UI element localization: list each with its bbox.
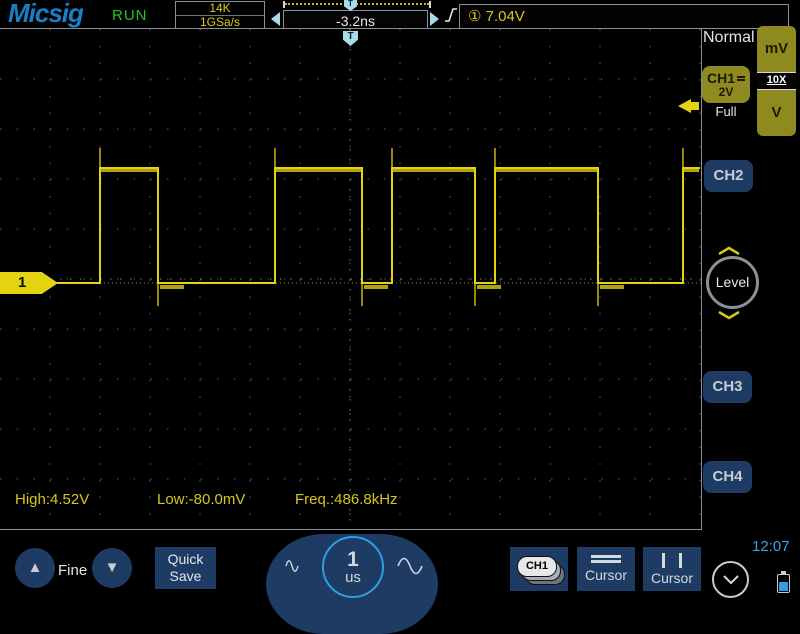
channel1-bandwidth-label: Full <box>715 104 737 119</box>
quick-save-line1: Quick <box>167 551 204 567</box>
measurement-high: High:4.52V <box>15 491 90 508</box>
trigger-mode-label: Normal <box>703 29 755 46</box>
scale-v-button[interactable]: V <box>757 90 796 136</box>
fine-adjust-label: Fine <box>58 562 88 579</box>
oscilloscope-screen: { "colors": { "accent_yellow": "#e3d311"… <box>0 0 800 634</box>
horizontal-cursor-icon <box>591 553 621 565</box>
channel3-button[interactable]: CH3 <box>703 371 752 403</box>
channel4-button[interactable]: CH4 <box>703 461 752 493</box>
horizontal-position-scrollbar[interactable] <box>283 1 431 8</box>
waveform-grid-and-trace <box>0 29 701 529</box>
vertical-cursor-icon <box>662 553 682 568</box>
timebase-zoom-in-icon[interactable] <box>396 556 424 581</box>
trigger-level-readout[interactable]: ① 7.04V <box>459 4 789 29</box>
measurement-freq: Freq.:486.8kHz <box>295 491 398 508</box>
vertical-scale-control: mV 10X V <box>757 26 796 136</box>
quick-save-line2: Save <box>169 568 202 584</box>
run-status[interactable]: RUN <box>112 7 148 24</box>
waveform-display-area[interactable]: 1 High:4.52V Low:-80.0mV Freq.:486.8kHz <box>0 28 702 530</box>
waveform-overview-line <box>285 3 429 5</box>
channel1-label: CH1 <box>706 70 735 86</box>
stacked-channel-label: CH1 <box>517 556 557 577</box>
channel1-scale: 2V <box>718 85 734 99</box>
battery-icon <box>777 571 790 593</box>
stacked-channel-icon: CH1 <box>510 547 568 591</box>
acquisition-info-box: 14K 1GSa/s <box>175 1 265 29</box>
memory-depth: 14K <box>176 2 264 16</box>
scale-mv-button[interactable]: mV <box>757 26 796 72</box>
step-up-button[interactable]: ▲ <box>15 548 55 588</box>
clock: 12:07 <box>752 538 790 555</box>
collapse-menu-button[interactable] <box>712 561 749 598</box>
coupling-icon <box>737 75 745 82</box>
quick-save-button[interactable]: Quick Save <box>155 547 216 589</box>
trigger-arrow-tail <box>691 102 699 110</box>
trigger-arrow-tip <box>678 99 691 113</box>
vertical-cursor-button[interactable]: Cursor <box>643 547 701 591</box>
timebase-value: 1 <box>347 547 359 571</box>
trigger-level-knob[interactable]: Level <box>706 256 759 309</box>
channel2-button[interactable]: CH2 <box>704 160 753 192</box>
pan-left-icon[interactable] <box>271 12 280 26</box>
pan-right-icon[interactable] <box>430 12 439 26</box>
timebase-unit: us <box>345 568 361 586</box>
horizontal-cursor-label: Cursor <box>584 567 627 583</box>
trigger-level-arrow-icon[interactable] <box>678 99 699 113</box>
horizontal-cursor-button[interactable]: Cursor <box>577 547 635 591</box>
channel1-button[interactable]: CH1 2V <box>702 66 750 103</box>
timebase-value-button[interactable]: 1 us <box>322 536 384 598</box>
step-down-button[interactable]: ▼ <box>92 548 132 588</box>
chevron-down-icon <box>722 574 739 584</box>
channel-drag-button[interactable]: CH1 <box>510 547 568 591</box>
trigger-slope-icon[interactable] <box>443 6 459 29</box>
vertical-cursor-label: Cursor <box>650 570 693 586</box>
measurement-low: Low:-80.0mV <box>157 491 246 508</box>
timebase-zoom-out-icon[interactable] <box>284 558 300 579</box>
micsig-logo: Micsig <box>8 0 84 28</box>
level-down-chevron-icon[interactable] <box>717 307 741 325</box>
probe-attenuation-label[interactable]: 10X <box>757 72 796 90</box>
